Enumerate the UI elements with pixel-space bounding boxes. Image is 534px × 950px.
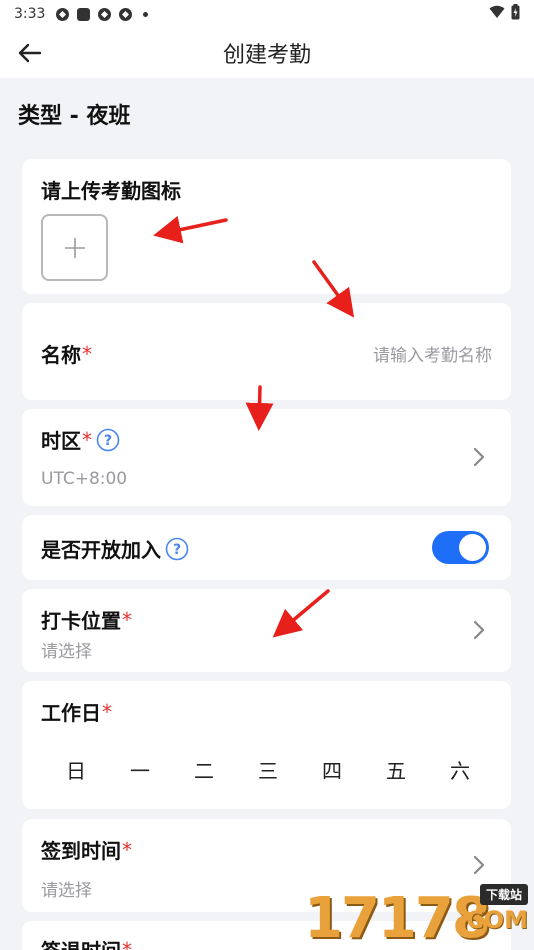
location-label-row: 打卡位置 * — [41, 605, 132, 634]
weekday-mon[interactable]: 一 — [108, 755, 172, 784]
svg-text:?: ? — [173, 542, 181, 558]
status-bar: 3:33 — [0, 0, 534, 28]
name-card[interactable]: 名称 * 请输入考勤名称 — [22, 303, 511, 400]
help-icon[interactable]: ? — [165, 537, 189, 561]
upload-icon-button[interactable] — [41, 214, 108, 281]
required-mark: * — [122, 837, 132, 862]
name-label: 名称 — [41, 343, 81, 367]
timezone-value: UTC+8:00 — [41, 469, 128, 489]
location-card[interactable]: 打卡位置 * 请选择 — [22, 589, 511, 672]
plus-icon — [64, 237, 85, 258]
checkin-label-row: 签到时间 * — [41, 835, 132, 864]
page-title: 创建考勤 — [222, 43, 311, 68]
required-mark: * — [122, 607, 132, 632]
weekday-sat[interactable]: 六 — [428, 755, 492, 784]
toggle-knob — [459, 534, 486, 561]
timezone-label: 时区 — [41, 429, 81, 453]
svg-text:?: ? — [104, 433, 112, 449]
workdays-card: 工作日 * 日 一 二 三 四 五 六 — [22, 681, 511, 809]
checkout-label: 签退时间 — [41, 935, 121, 950]
battery-icon — [511, 4, 520, 24]
app-bar: 创建考勤 — [0, 28, 534, 78]
weekday-wed[interactable]: 三 — [236, 755, 300, 784]
upload-icon-card: 请上传考勤图标 — [22, 159, 511, 294]
wifi-icon — [489, 5, 505, 23]
required-mark: * — [102, 699, 112, 724]
weekday-sun[interactable]: 日 — [44, 755, 108, 784]
chevron-right-icon — [473, 447, 485, 467]
attendance-type-title: 类型 - 夜班 — [18, 104, 131, 129]
open-join-label: 是否开放加入 — [41, 538, 161, 562]
checkin-placeholder: 请选择 — [41, 881, 92, 901]
open-join-toggle[interactable] — [432, 531, 489, 564]
required-mark: * — [122, 937, 132, 950]
app-notification-icon — [55, 7, 70, 22]
chevron-right-icon — [473, 620, 485, 640]
required-mark: * — [82, 427, 92, 452]
more-notifications-dot-icon — [143, 11, 149, 17]
back-button[interactable] — [16, 40, 44, 66]
status-time: 3:33 — [14, 6, 46, 22]
square-notification-icon — [76, 7, 91, 22]
location-placeholder: 请选择 — [41, 642, 92, 662]
weekday-selector: 日 一 二 三 四 五 六 — [44, 755, 492, 784]
back-arrow-icon — [18, 43, 42, 63]
chevron-right-icon — [473, 855, 485, 875]
checkout-label-row: 签退时间* — [41, 935, 132, 950]
name-label-row: 名称 * — [41, 339, 92, 368]
timezone-card[interactable]: 时区 * ? UTC+8:00 — [22, 409, 511, 506]
checkin-label: 签到时间 — [41, 839, 121, 863]
notification-icons — [55, 7, 149, 22]
location-label: 打卡位置 — [41, 609, 121, 633]
site-watermark: 17178 下载站 COM — [304, 882, 534, 950]
timezone-label-row: 时区 * ? — [41, 425, 120, 454]
name-input[interactable]: 请输入考勤名称 — [373, 341, 492, 366]
upload-label: 请上传考勤图标 — [41, 179, 181, 203]
watermark-suffix: COM — [466, 906, 528, 934]
required-mark: * — [82, 341, 92, 366]
help-icon[interactable]: ? — [96, 428, 120, 452]
open-join-label-row: 是否开放加入 ? — [41, 534, 189, 563]
weekday-tue[interactable]: 二 — [172, 755, 236, 784]
watermark-tag: 下载站 — [479, 884, 528, 905]
app-notification-icon — [118, 7, 133, 22]
app-notification-icon — [97, 7, 112, 22]
workdays-label: 工作日 — [41, 701, 101, 725]
watermark-number: 17178 — [304, 886, 491, 950]
weekday-fri[interactable]: 五 — [364, 755, 428, 784]
workdays-label-row: 工作日 * — [41, 697, 112, 726]
weekday-thu[interactable]: 四 — [300, 755, 364, 784]
open-join-card: 是否开放加入 ? — [22, 515, 511, 580]
